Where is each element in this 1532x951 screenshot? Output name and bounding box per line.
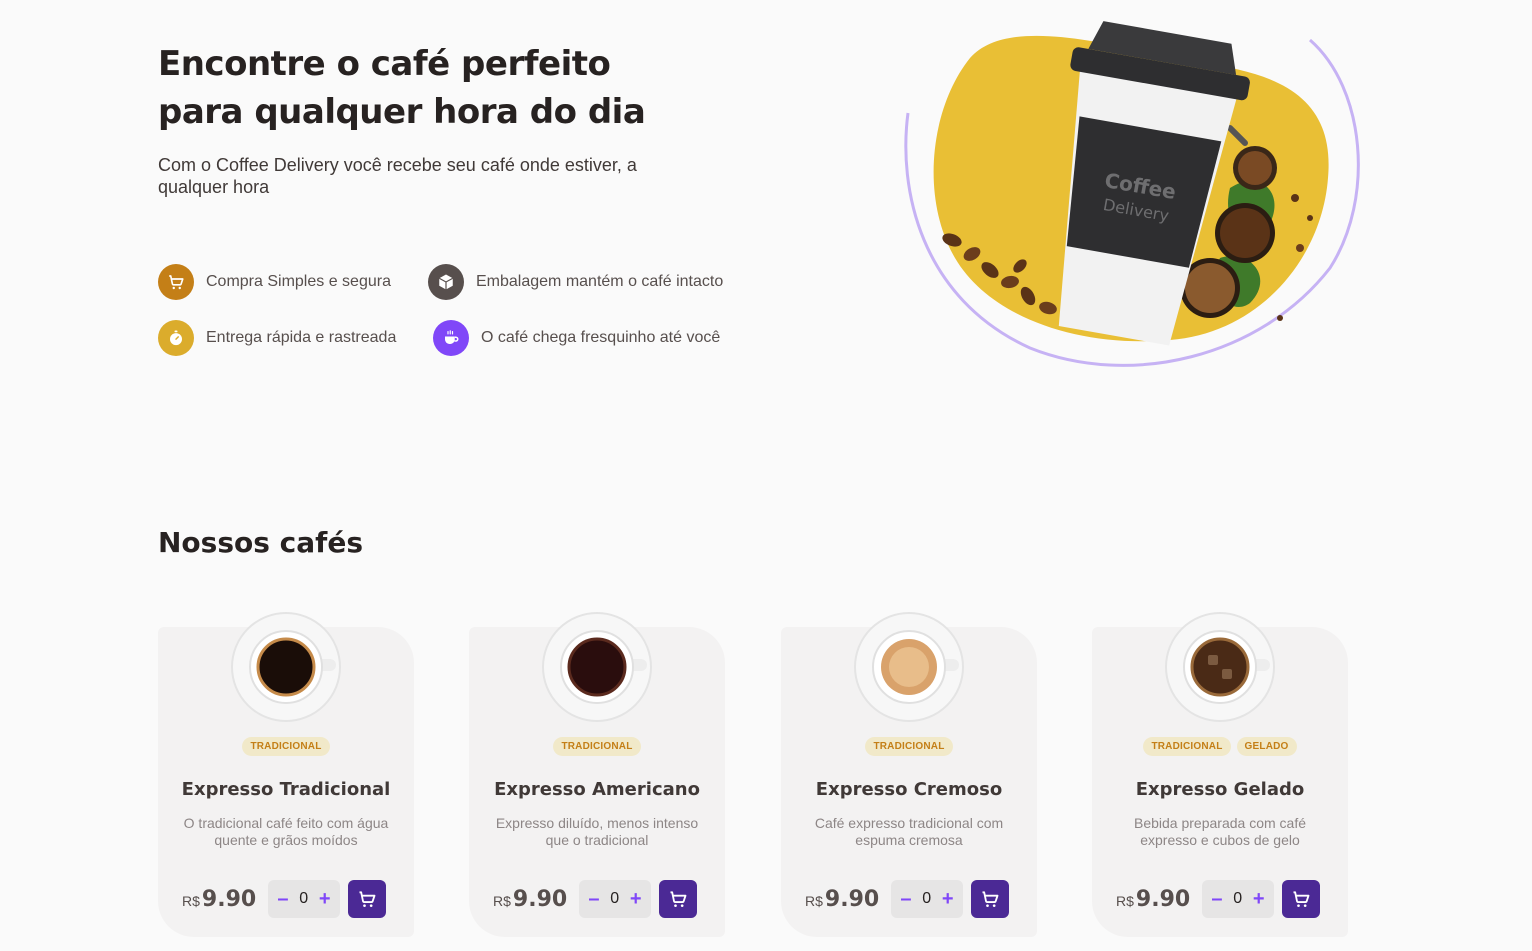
price-currency: R$ — [1116, 892, 1134, 909]
coffee-cup-image — [231, 612, 341, 722]
tag-badge: TRADICIONAL — [553, 737, 641, 756]
tag-badge: TRADICIONAL — [865, 737, 953, 756]
buy-row: R$ 9.90 – 0 + — [805, 880, 1013, 918]
price: R$ 9.90 — [493, 887, 579, 912]
increase-button[interactable]: + — [1253, 889, 1265, 909]
hero-title: Encontre o café perfeito para qualquer h… — [158, 44, 646, 132]
decrease-button[interactable]: – — [588, 889, 599, 909]
feature-label: Compra Simples e segura — [206, 273, 391, 290]
coffee-cup-image — [854, 612, 964, 722]
quantity-value: 0 — [299, 890, 309, 907]
package-icon — [428, 264, 464, 300]
coffee-description: Bebida preparada com café expresso e cub… — [1134, 815, 1306, 848]
feature-label: O café chega fresquinho até você — [481, 329, 721, 346]
hero-coffee-cup-illustration: Coffee Delivery — [904, 21, 1360, 367]
coffee-cup-image — [542, 612, 652, 722]
feature-label: Embalagem mantém o café intacto — [476, 273, 724, 290]
coffee-card: TRADICIONAL GELADO Expresso Gelado Bebid… — [1092, 612, 1348, 937]
price-amount: 9.90 — [824, 886, 880, 912]
tag-badge: TRADICIONAL — [1143, 737, 1231, 756]
coffee-name: Expresso Cremoso — [815, 779, 1003, 800]
cart-icon — [158, 264, 194, 300]
quantity-stepper: – 0 + — [268, 880, 340, 918]
price-currency: R$ — [493, 892, 511, 909]
coffee-card: TRADICIONAL Expresso Cremoso Café expres… — [781, 612, 1037, 937]
decrease-button[interactable]: – — [1211, 889, 1222, 909]
tag-badge: TRADICIONAL — [242, 737, 330, 756]
catalog-title: Nossos cafés — [158, 526, 363, 559]
coffee-name: Expresso Tradicional — [181, 779, 391, 800]
coffee-description: Café expresso tradicional com espuma cre… — [814, 815, 1004, 848]
quantity-stepper: – 0 + — [579, 880, 651, 918]
quantity-stepper: – 0 + — [1202, 880, 1274, 918]
price-currency: R$ — [182, 892, 200, 909]
feature-fresh-coffee: O café chega fresquinho até você — [433, 320, 720, 356]
coffee-name: Expresso Americano — [494, 779, 700, 800]
tag-list: TRADICIONAL — [781, 737, 1037, 756]
buy-row: R$ 9.90 – 0 + — [493, 880, 701, 918]
tag-list: TRADICIONAL — [469, 737, 725, 756]
increase-button[interactable]: + — [319, 889, 331, 909]
price-currency: R$ — [805, 892, 823, 909]
feature-simple-purchase: Compra Simples e segura — [158, 264, 391, 300]
price: R$ 9.90 — [1116, 887, 1202, 912]
quantity-stepper: – 0 + — [891, 880, 963, 918]
decrease-button[interactable]: – — [277, 889, 288, 909]
increase-button[interactable]: + — [942, 889, 954, 909]
cart-icon — [670, 891, 687, 907]
price-amount: 9.90 — [1135, 886, 1191, 912]
add-to-cart-button[interactable] — [659, 880, 697, 918]
add-to-cart-button[interactable] — [971, 880, 1009, 918]
buy-row: R$ 9.90 – 0 + — [182, 880, 390, 918]
coffee-description: Expresso diluído, menos intenso que o tr… — [495, 815, 699, 848]
tag-list: TRADICIONAL GELADO — [1092, 737, 1348, 756]
tag-badge: GELADO — [1236, 737, 1297, 756]
add-to-cart-button[interactable] — [1282, 880, 1320, 918]
quantity-value: 0 — [610, 890, 620, 907]
hero-subtitle: Com o Coffee Delivery você recebe seu ca… — [158, 155, 637, 197]
coffee-card: TRADICIONAL Expresso Tradicional O tradi… — [158, 612, 414, 937]
feature-fast-delivery: Entrega rápida e rastreada — [158, 320, 396, 356]
quantity-value: 0 — [1233, 890, 1243, 907]
decrease-button[interactable]: – — [900, 889, 911, 909]
price: R$ 9.90 — [805, 887, 891, 912]
timer-icon — [158, 320, 194, 356]
hero-section: Encontre o café perfeito para qualquer h… — [0, 0, 1532, 420]
quantity-value: 0 — [922, 890, 932, 907]
coffee-cup-image — [1165, 612, 1275, 722]
coffee-card: TRADICIONAL Expresso Americano Expresso … — [469, 612, 725, 937]
cart-icon — [982, 891, 999, 907]
buy-row: R$ 9.90 – 0 + — [1116, 880, 1324, 918]
cart-icon — [1293, 891, 1310, 907]
coffee-icon — [433, 320, 469, 356]
price-amount: 9.90 — [201, 886, 257, 912]
add-to-cart-button[interactable] — [348, 880, 386, 918]
feature-packaging: Embalagem mantém o café intacto — [428, 264, 723, 300]
price-amount: 9.90 — [512, 886, 568, 912]
coffee-description: O tradicional café feito com água quente… — [183, 815, 389, 848]
tag-list: TRADICIONAL — [158, 737, 414, 756]
cart-icon — [359, 891, 376, 907]
coffee-name: Expresso Gelado — [1135, 779, 1305, 800]
increase-button[interactable]: + — [630, 889, 642, 909]
feature-label: Entrega rápida e rastreada — [206, 329, 397, 346]
price: R$ 9.90 — [182, 887, 268, 912]
